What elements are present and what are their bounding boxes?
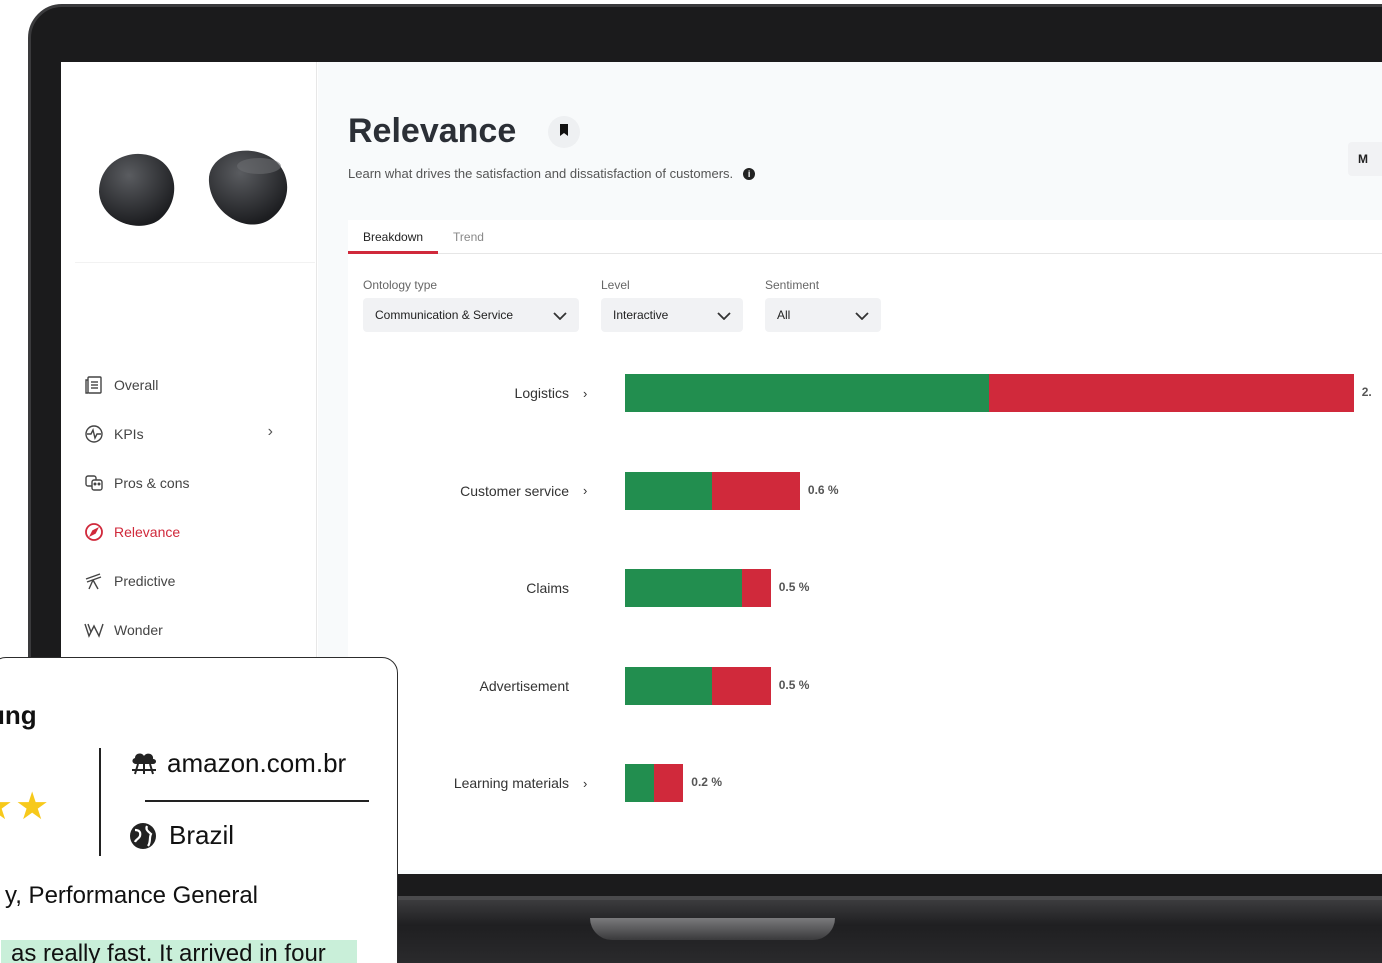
sidebar-item-label: Predictive <box>114 572 176 589</box>
review-quote: as really fast. It arrived in four <box>1 940 357 963</box>
review-topics: y, Performance General <box>5 882 258 909</box>
bar-negative[interactable] <box>741 569 771 607</box>
telescope-icon <box>83 570 105 592</box>
bar-value-label: 0.5 % <box>778 580 810 594</box>
bar-value-label: 2. <box>1361 385 1372 399</box>
laptop-notch <box>590 918 835 940</box>
laptop-base <box>390 900 1382 963</box>
chevron-right-icon: › <box>583 385 588 401</box>
bar-negative[interactable] <box>712 471 800 510</box>
sidebar-nav: Overall KPIs › Pros & cons Relevance Pre… <box>83 360 303 654</box>
bar-value-label: 0.5 % <box>778 677 810 692</box>
chart-category-label[interactable]: Logistics › <box>363 385 593 401</box>
category-text: Logistics <box>514 385 569 401</box>
country-text: Brazil <box>169 820 235 850</box>
chart-category-label: Claims <box>363 580 593 596</box>
compass-icon <box>83 521 105 543</box>
sidebar-item-label: Pros & cons <box>114 474 190 491</box>
cloud-network-icon <box>129 750 159 778</box>
chevron-right-icon: › <box>583 775 588 791</box>
main-content: Relevance Learn what drives the satisfac… <box>318 62 1382 874</box>
bar-positive[interactable] <box>625 569 742 607</box>
sidebar-item-relevance[interactable]: Relevance <box>83 507 303 556</box>
source-text: amazon.com.br <box>167 748 347 778</box>
review-source: amazon.com.br <box>129 748 346 779</box>
category-text: Customer service <box>460 482 569 499</box>
pulse-icon <box>83 423 105 445</box>
masks-icon <box>83 472 105 494</box>
review-card: ung ★★ amazon.com.br Brazil y, Performan… <box>0 657 398 963</box>
category-text: Learning materials <box>453 775 569 791</box>
globe-icon <box>129 822 157 850</box>
sidebar-item-kpis[interactable]: KPIs › <box>83 409 303 458</box>
sidebar-item-label: Wonder <box>114 621 163 638</box>
chart-category-label[interactable]: Customer service › <box>363 483 593 499</box>
bar-negative[interactable] <box>989 374 1354 412</box>
bar-negative[interactable] <box>654 764 684 802</box>
product-image <box>99 150 288 226</box>
bar-positive[interactable] <box>625 764 655 802</box>
document-list-icon <box>83 374 105 396</box>
sidebar-item-pros-cons[interactable]: Pros & cons <box>83 458 303 507</box>
bar-value-label: 0.2 % <box>691 775 722 789</box>
category-text: Advertisement <box>479 677 569 694</box>
bar-value-label: 0.6 % <box>807 482 839 497</box>
sidebar-separator <box>75 262 315 263</box>
sidebar-item-overall[interactable]: Overall <box>83 360 303 409</box>
vertical-divider <box>99 748 101 856</box>
star-rating: ★★ <box>0 786 52 828</box>
bar-positive[interactable] <box>625 374 990 412</box>
category-text: Claims <box>526 580 569 596</box>
sidebar-item-label: KPIs <box>114 425 144 442</box>
relevance-bar-chart: Logistics › 2. Customer service › 0.6 % Claims… <box>318 62 1382 874</box>
horizontal-divider <box>145 800 369 802</box>
chevron-right-icon: › <box>267 423 273 440</box>
bar-positive[interactable] <box>625 471 713 510</box>
review-brand: ung <box>0 700 37 730</box>
review-country: Brazil <box>129 820 234 851</box>
chevron-right-icon: › <box>583 483 588 498</box>
sidebar-item-predictive[interactable]: Predictive <box>83 556 303 605</box>
bar-negative[interactable] <box>712 666 771 705</box>
sidebar-item-label: Overall <box>114 376 159 393</box>
bar-positive[interactable] <box>625 666 713 705</box>
sidebar-item-wonder[interactable]: Wonder <box>83 605 303 654</box>
wonder-icon <box>83 619 105 641</box>
sidebar-item-label: Relevance <box>114 523 181 540</box>
